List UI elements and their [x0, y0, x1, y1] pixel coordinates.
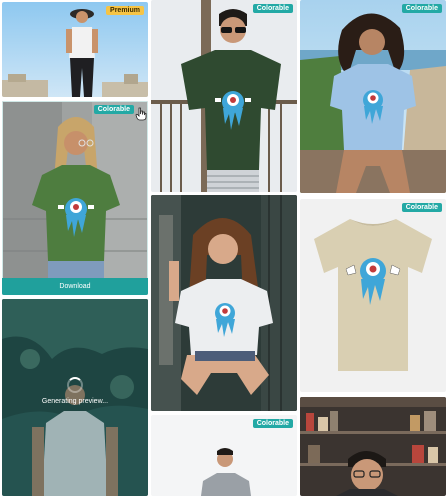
mockup-card-green-model[interactable]: Colorable Download: [2, 101, 148, 295]
mockup-card-bottom-man[interactable]: Colorable: [151, 415, 297, 496]
mockup-card-sitting-model[interactable]: [151, 195, 297, 411]
mockup-photo: [300, 397, 446, 496]
mockup-card-curly-model[interactable]: Colorable: [300, 0, 446, 193]
mockup-photo: [300, 199, 446, 392]
hand-pointer-icon: [135, 107, 147, 121]
colorable-badge: Colorable: [252, 419, 293, 428]
colorable-badge: Colorable: [252, 4, 293, 13]
mockup-photo: [151, 0, 297, 192]
mockup-card-generating[interactable]: Generating preview...: [2, 299, 148, 496]
colorable-badge: Colorable: [401, 203, 442, 212]
generating-status: Generating preview...: [41, 398, 109, 405]
premium-badge: Premium: [106, 6, 144, 15]
mockup-card-sunglasses-model[interactable]: Colorable: [151, 0, 297, 192]
colorable-badge: Colorable: [93, 105, 134, 114]
mockup-photo: [151, 195, 297, 411]
mockup-card-tan-shirt[interactable]: Colorable: [300, 199, 446, 392]
mockup-photo: [2, 101, 148, 295]
mockup-photo: [2, 2, 148, 97]
mockup-photo: [300, 0, 446, 193]
mockup-card-hat-model[interactable]: Premium: [2, 2, 148, 97]
download-button[interactable]: Download: [2, 278, 148, 295]
loading-spinner-icon: [67, 377, 83, 393]
mockup-card-shelf-model[interactable]: [300, 397, 446, 496]
colorable-badge: Colorable: [401, 4, 442, 13]
